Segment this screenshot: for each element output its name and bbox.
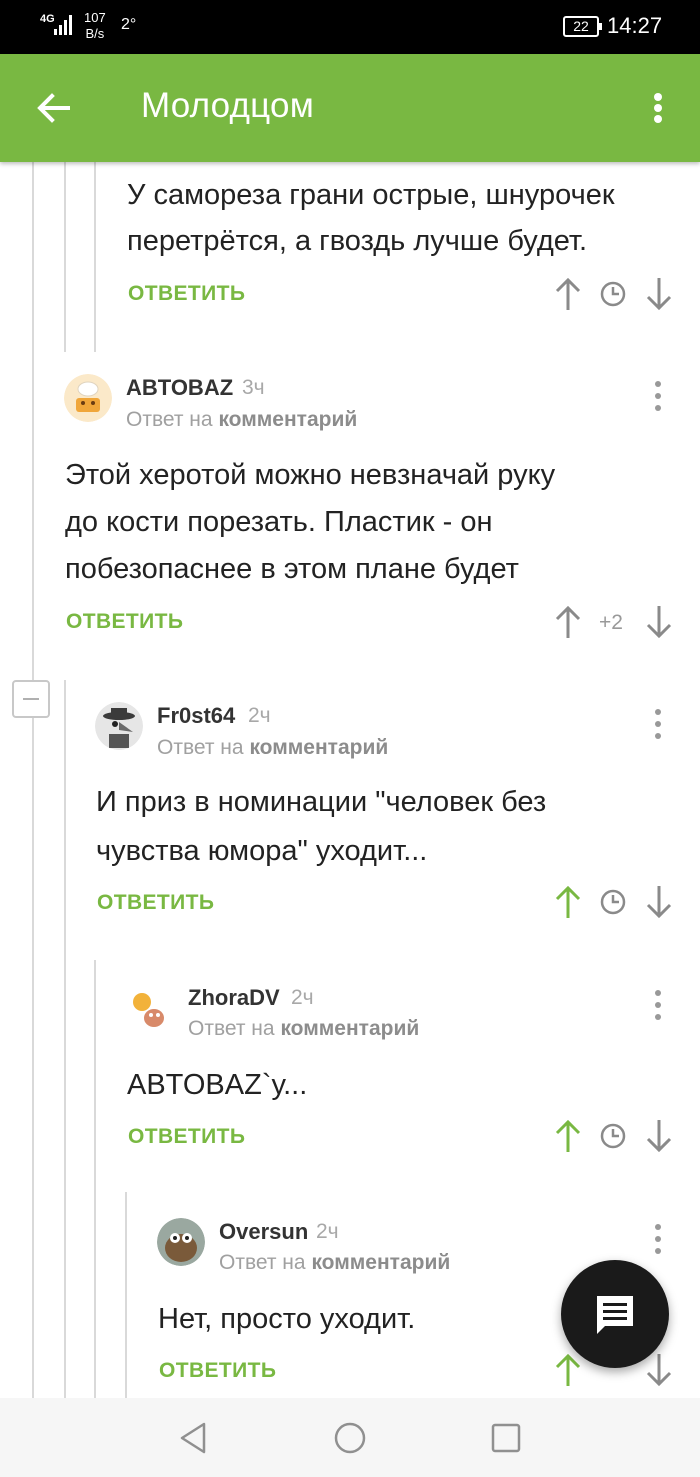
nav-home-icon[interactable] xyxy=(332,1420,368,1456)
collapse-thread-button[interactable] xyxy=(12,680,50,718)
comment-text-line: чувства юмора" уходит... xyxy=(96,835,428,867)
reply-to-prefix: Ответ на xyxy=(188,1017,275,1040)
comment-text-line: И приз в номинации "человек без xyxy=(96,786,547,818)
avatar[interactable] xyxy=(95,702,143,750)
network-speed: 107 B/s xyxy=(84,10,106,42)
avatar[interactable] xyxy=(157,1218,205,1266)
reply-to-line: Ответ на комментарий xyxy=(219,1251,450,1275)
upvote-icon[interactable] xyxy=(553,604,583,640)
status-bar: 4G 107 B/s 2° 22 14:27 xyxy=(0,0,700,54)
reply-button[interactable]: ОТВЕТИТЬ xyxy=(97,891,214,915)
clock-icon[interactable] xyxy=(598,884,628,920)
thread-line xyxy=(94,960,96,1398)
network-type: 4G xyxy=(40,13,55,25)
more-vert-icon[interactable] xyxy=(640,84,676,132)
comment-time: 2ч xyxy=(248,704,271,727)
comment-author[interactable]: Oversun xyxy=(219,1219,308,1245)
comment-icon xyxy=(597,1296,633,1334)
thread-line xyxy=(94,162,96,352)
system-nav-bar xyxy=(0,1398,700,1477)
reply-button[interactable]: ОТВЕТИТЬ xyxy=(128,282,245,306)
thread-line xyxy=(64,680,66,1398)
comment-time: 3ч xyxy=(242,376,265,399)
comment-score: +2 xyxy=(599,611,623,634)
thread-line xyxy=(64,162,66,352)
temperature: 2° xyxy=(121,16,137,33)
avatar[interactable] xyxy=(64,374,112,422)
comment-text-line: У самореза грани острые, шнурочек xyxy=(127,179,615,211)
battery-icon: 22 xyxy=(563,16,602,37)
back-arrow-icon[interactable] xyxy=(30,84,78,132)
signal-icon xyxy=(54,15,72,35)
reply-to-prefix: Ответ на xyxy=(126,408,213,431)
clock-icon[interactable] xyxy=(598,276,628,312)
reply-button[interactable]: ОТВЕТИТЬ xyxy=(128,1125,245,1149)
speed-value: 107 xyxy=(84,10,106,25)
comment-menu-icon[interactable] xyxy=(648,1221,668,1257)
comment-text-line: побезопаснее в этом плане будет xyxy=(65,553,519,585)
comment-author[interactable]: ABTOBAZ xyxy=(126,375,233,401)
reply-to-line: Ответ на комментарий xyxy=(157,736,388,760)
thread-line xyxy=(32,162,34,1398)
nav-recent-icon[interactable] xyxy=(488,1420,524,1456)
comment-text-line: до кости порезать. Пластик - он xyxy=(65,506,493,538)
reply-button[interactable]: ОТВЕТИТЬ xyxy=(159,1359,276,1383)
avatar[interactable] xyxy=(126,984,174,1032)
downvote-icon[interactable] xyxy=(644,884,674,920)
comment-menu-icon[interactable] xyxy=(648,378,668,414)
downvote-icon[interactable] xyxy=(644,604,674,640)
comment-author[interactable]: Fr0st64 xyxy=(157,703,235,729)
downvote-icon[interactable] xyxy=(644,1118,674,1154)
clock: 14:27 xyxy=(607,13,663,38)
reply-to-link[interactable]: комментарий xyxy=(249,736,388,759)
add-comment-button[interactable] xyxy=(561,1260,669,1368)
reply-to-link[interactable]: комментарий xyxy=(311,1251,450,1274)
reply-to-line: Ответ на комментарий xyxy=(126,408,357,432)
comment-time: 2ч xyxy=(316,1220,339,1243)
comment-menu-icon[interactable] xyxy=(648,706,668,742)
speed-unit: B/s xyxy=(85,26,105,41)
comment-text-line: ABTOBAZ`у... xyxy=(127,1069,308,1101)
comment-text-line: перетрётся, а гвоздь лучше будет. xyxy=(127,225,588,257)
reply-to-link[interactable]: комментарий xyxy=(218,408,357,431)
reply-to-line: Ответ на комментарий xyxy=(188,1017,419,1041)
reply-to-link[interactable]: комментарий xyxy=(280,1017,419,1040)
nav-back-icon[interactable] xyxy=(176,1420,212,1456)
upvote-icon[interactable] xyxy=(553,276,583,312)
reply-to-prefix: Ответ на xyxy=(157,736,244,759)
comment-menu-icon[interactable] xyxy=(648,987,668,1023)
comment-text-line: Нет, просто уходит. xyxy=(158,1303,416,1335)
comment-author[interactable]: ZhoraDV xyxy=(188,985,280,1011)
clock-icon[interactable] xyxy=(598,1118,628,1154)
thread-line xyxy=(125,1192,127,1398)
comment-text-line: Этой херотой можно невзначай руку xyxy=(65,459,556,491)
comment-time: 2ч xyxy=(291,986,314,1009)
reply-to-prefix: Ответ на xyxy=(219,1251,306,1274)
upvote-icon[interactable] xyxy=(553,1118,583,1154)
app-bar: Молодцом xyxy=(0,54,700,162)
downvote-icon[interactable] xyxy=(644,276,674,312)
reply-button[interactable]: ОТВЕТИТЬ xyxy=(66,610,183,634)
page-title: Молодцом xyxy=(141,86,314,125)
upvote-icon[interactable] xyxy=(553,884,583,920)
